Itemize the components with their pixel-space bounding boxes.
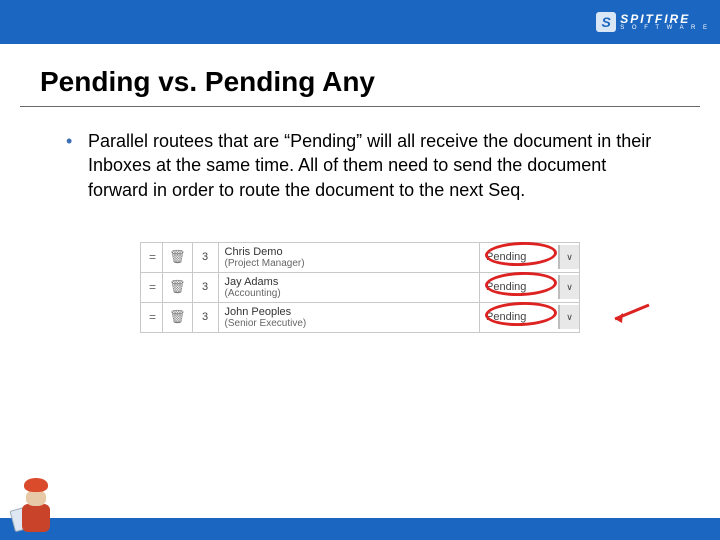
drag-handle[interactable]: = <box>141 302 163 332</box>
brand-logo: S SPITFIRE S O F T W A R E <box>596 12 710 32</box>
brand-subtitle: S O F T W A R E <box>620 25 710 31</box>
status-dropdown-button[interactable]: ∨ <box>559 275 579 299</box>
routees-table: = 🗑 3 Chris Demo (Project Manager) Pendi… <box>140 242 580 333</box>
drag-handle[interactable]: = <box>141 242 163 272</box>
delete-button[interactable]: 🗑 <box>163 242 193 272</box>
content-area: Parallel routees that are “Pending” will… <box>0 107 720 333</box>
status-dropdown-button[interactable]: ∨ <box>559 245 579 269</box>
chevron-down-icon: ∨ <box>566 312 573 323</box>
status-cell: Pending ∨ <box>480 272 580 302</box>
delete-button[interactable]: 🗑 <box>163 272 193 302</box>
seq-cell: 3 <box>192 302 218 332</box>
status-value: Pending <box>480 305 559 329</box>
mascot-icon <box>10 478 62 540</box>
footer-bar <box>0 518 720 540</box>
drag-handle[interactable]: = <box>141 272 163 302</box>
chevron-down-icon: ∨ <box>566 252 573 263</box>
person-cell: Jay Adams (Accounting) <box>218 272 479 302</box>
page-title: Pending vs. Pending Any <box>20 44 700 107</box>
table-row: = 🗑 3 Jay Adams (Accounting) Pending ∨ <box>141 272 580 302</box>
drag-icon: = <box>149 250 154 264</box>
delete-button[interactable]: 🗑 <box>163 302 193 332</box>
chevron-down-icon: ∨ <box>566 282 573 293</box>
drag-icon: = <box>149 280 154 294</box>
status-cell: Pending ∨ <box>480 302 580 332</box>
status-value: Pending <box>480 245 559 269</box>
status-cell: Pending ∨ <box>480 242 580 272</box>
table-row: = 🗑 3 Chris Demo (Project Manager) Pendi… <box>141 242 580 272</box>
person-cell: Chris Demo (Project Manager) <box>218 242 479 272</box>
trash-icon: 🗑 <box>169 249 186 264</box>
brand-badge-icon: S <box>596 12 616 32</box>
person-name: Chris Demo <box>225 246 473 258</box>
person-name: John Peoples <box>225 306 473 318</box>
seq-cell: 3 <box>192 272 218 302</box>
person-role: (Project Manager) <box>225 258 473 269</box>
header-bar: S SPITFIRE S O F T W A R E <box>0 0 720 44</box>
seq-cell: 3 <box>192 242 218 272</box>
drag-icon: = <box>149 310 154 324</box>
person-role: (Senior Executive) <box>225 318 473 329</box>
bullet-point: Parallel routees that are “Pending” will… <box>60 129 660 202</box>
brand-name: SPITFIRE <box>620 13 710 25</box>
routees-table-wrap: = 🗑 3 Chris Demo (Project Manager) Pendi… <box>140 242 580 333</box>
trash-icon: 🗑 <box>169 309 186 324</box>
status-dropdown-button[interactable]: ∨ <box>559 305 579 329</box>
trash-icon: 🗑 <box>169 279 186 294</box>
table-row: = 🗑 3 John Peoples (Senior Executive) Pe… <box>141 302 580 332</box>
status-value: Pending <box>480 275 559 299</box>
person-cell: John Peoples (Senior Executive) <box>218 302 479 332</box>
person-name: Jay Adams <box>225 276 473 288</box>
person-role: (Accounting) <box>225 288 473 299</box>
